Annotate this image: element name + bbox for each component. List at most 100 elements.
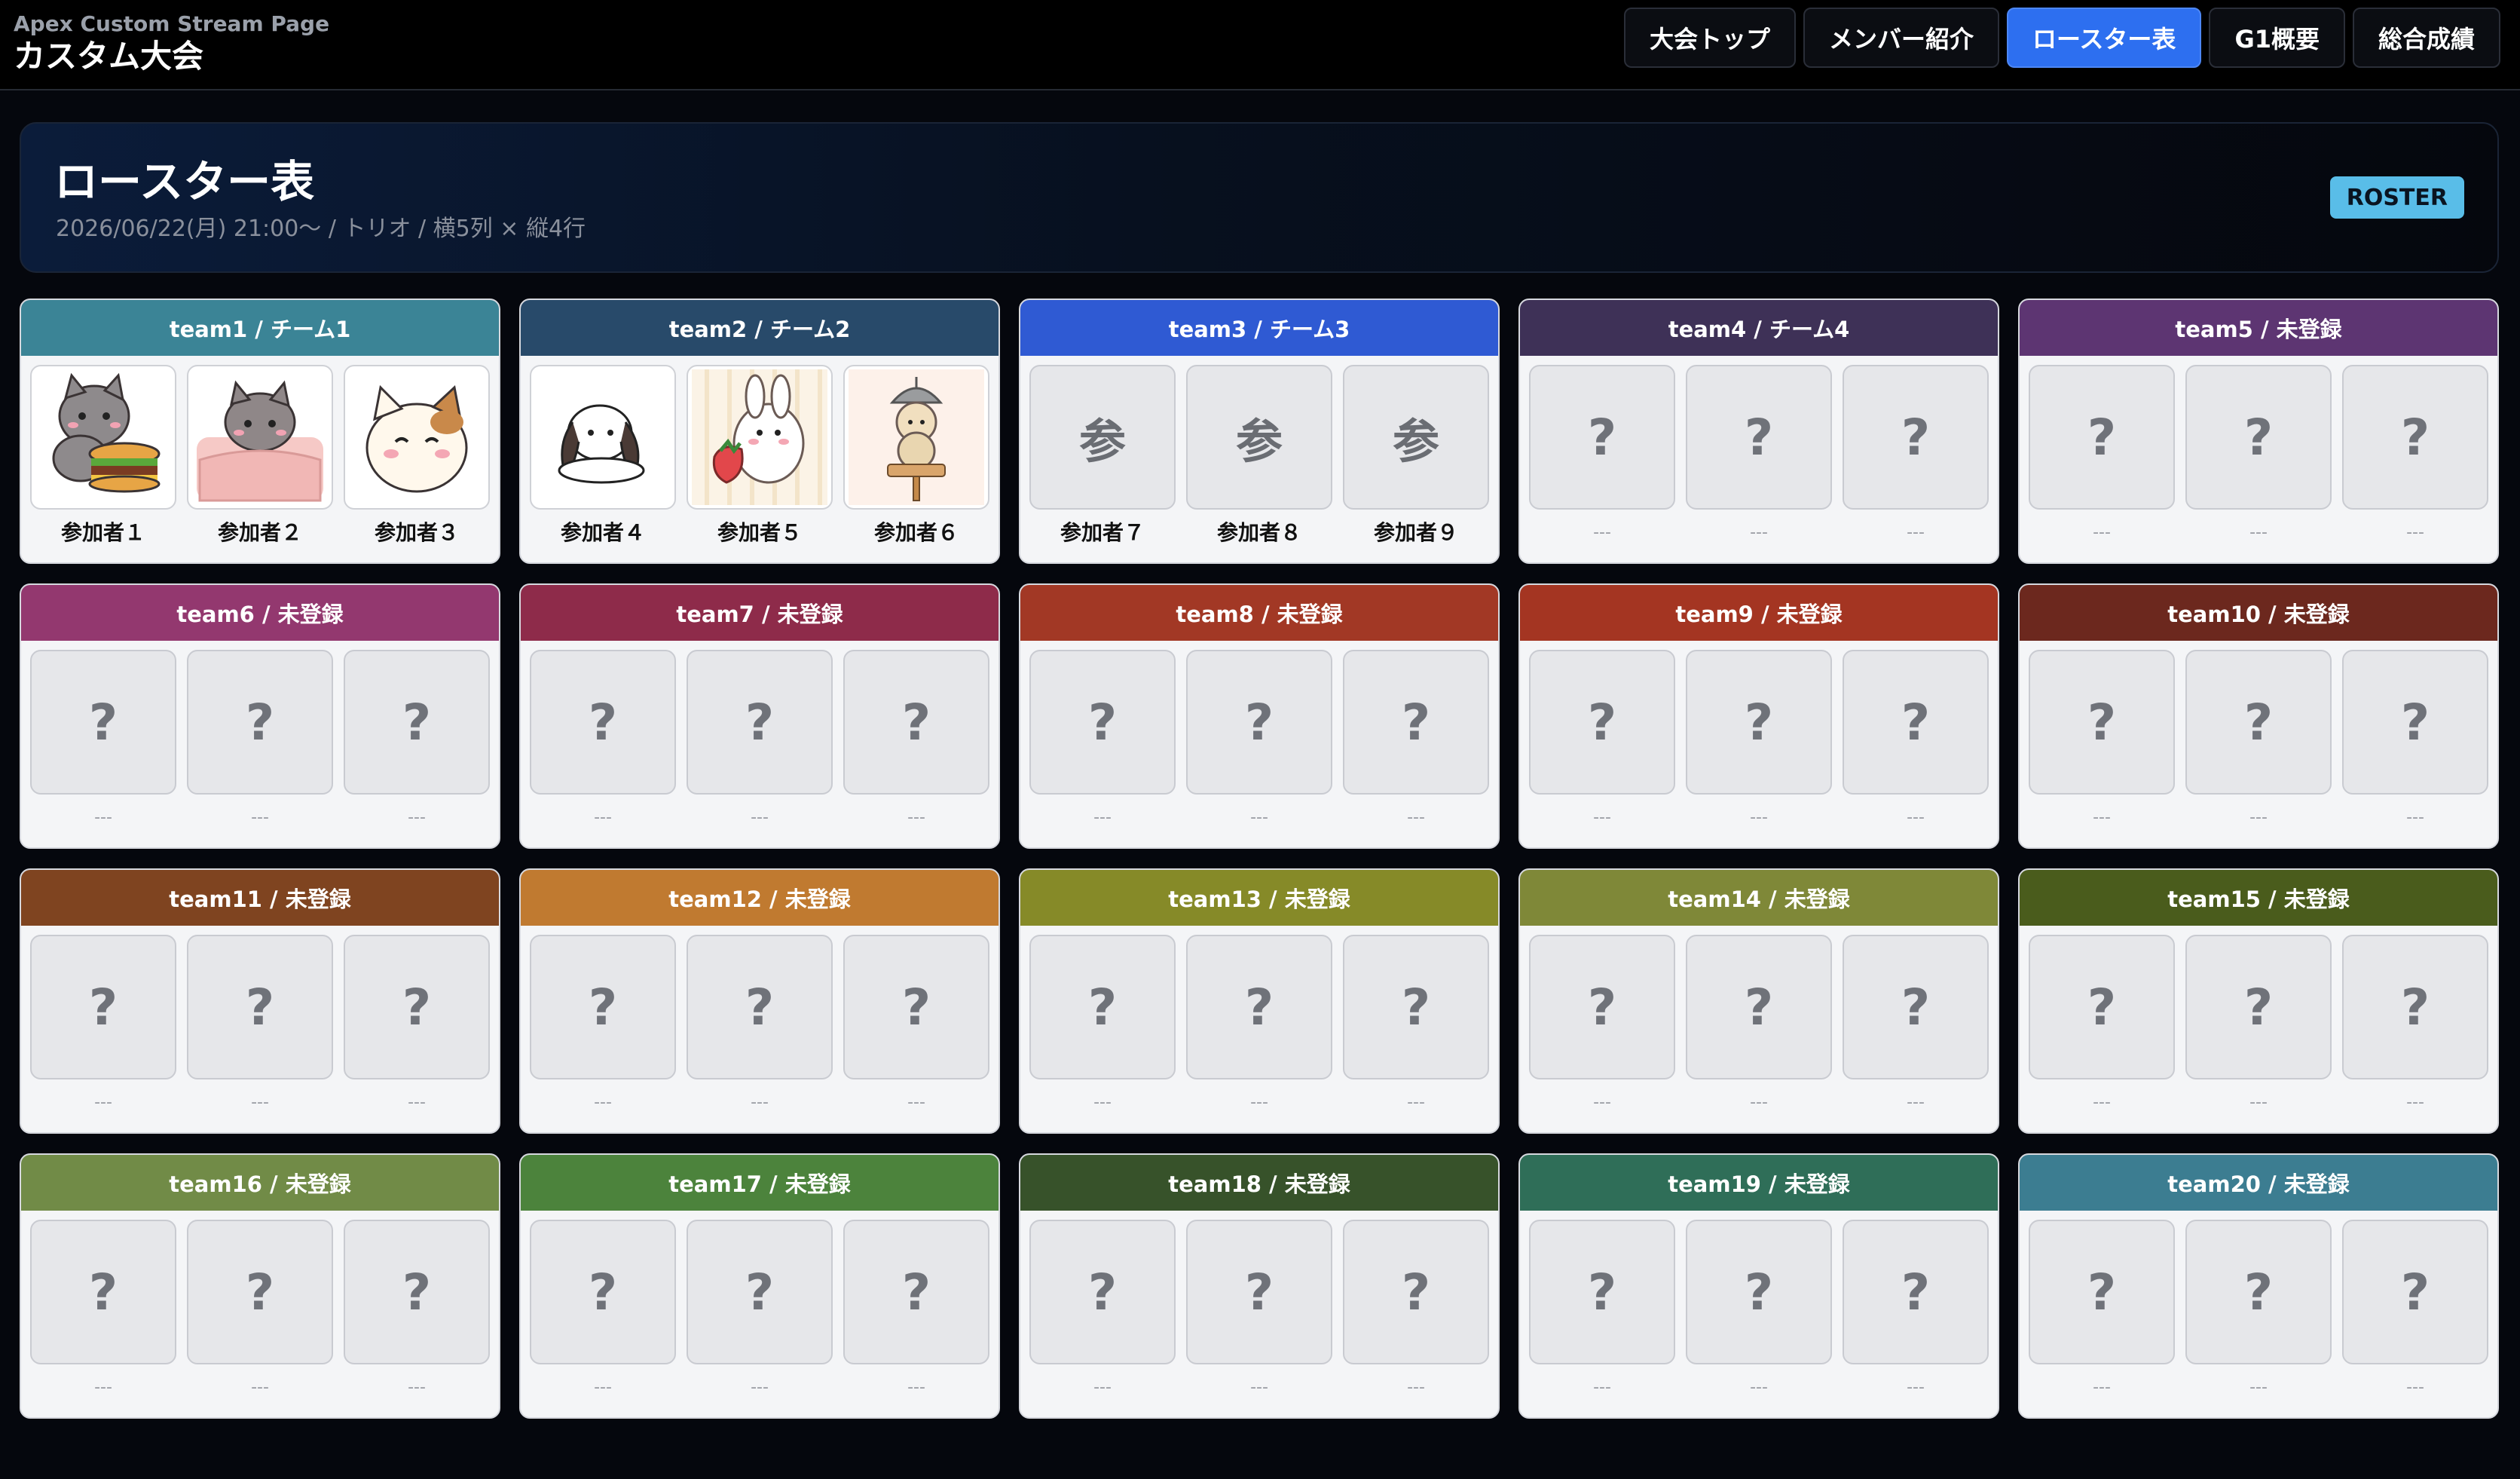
team-card: team20 / 未登録? ---? ---? --- — [2018, 1153, 2499, 1419]
member-avatar — [187, 365, 333, 510]
member-name: --- — [907, 1093, 925, 1112]
nav-g1-overview[interactable]: G1概要 — [2209, 8, 2345, 68]
top-bar: Apex Custom Stream Page カスタム大会 大会トップ メンバー… — [0, 0, 2520, 90]
empty-slot-icon: ? — [344, 935, 490, 1079]
team-members: ? ---? ---? --- — [1520, 1211, 1998, 1401]
empty-slot-icon: ? — [530, 1220, 676, 1364]
member-slot: ? --- — [1343, 1220, 1489, 1401]
empty-slot-icon: ? — [30, 935, 176, 1079]
member-name: --- — [2249, 808, 2268, 827]
member-avatar — [344, 365, 490, 510]
member-slot: ? --- — [687, 650, 833, 831]
team-name: team20 / 未登録 — [2020, 1155, 2497, 1211]
member-slot: ? --- — [1029, 650, 1176, 831]
team-card: team2 / チーム2 参加者４ 参加者５ 参加者６ — [519, 299, 1000, 564]
member-name: --- — [1093, 808, 1112, 827]
empty-slot-icon: ? — [30, 1220, 176, 1364]
app-subtitle: Apex Custom Stream Page — [14, 11, 330, 36]
team-members: ? ---? ---? --- — [521, 641, 999, 831]
member-avatar-placeholder: 参 — [1343, 365, 1489, 510]
member-slot: ? --- — [1686, 935, 1832, 1116]
team-name: team16 / 未登録 — [21, 1155, 499, 1211]
empty-slot-icon: ? — [1529, 365, 1675, 510]
member-slot: 参加者４ — [530, 365, 676, 546]
nav-member-intro[interactable]: メンバー紹介 — [1803, 8, 2000, 68]
empty-slot-icon: ? — [1686, 650, 1832, 795]
team-members: ? ---? ---? --- — [1520, 356, 1998, 546]
member-name: --- — [907, 1378, 925, 1397]
team-members: ? ---? ---? --- — [521, 926, 999, 1116]
team-name: team15 / 未登録 — [2020, 870, 2497, 926]
team-card: team3 / チーム3 参参加者７ 参参加者８ 参参加者９ — [1019, 299, 1500, 564]
member-slot: ? --- — [2185, 1220, 2332, 1401]
page-title: ロースター表 — [54, 156, 315, 207]
team-card: team16 / 未登録? ---? ---? --- — [20, 1153, 500, 1419]
empty-slot-icon: ? — [2185, 1220, 2332, 1364]
member-slot: ? --- — [2185, 650, 2332, 831]
member-name: --- — [751, 1378, 769, 1397]
member-name: --- — [594, 1378, 612, 1397]
member-name: --- — [1750, 523, 1768, 542]
empty-slot-icon: ? — [843, 935, 989, 1079]
member-slot: ? --- — [344, 935, 490, 1116]
member-slot: ? --- — [687, 1220, 833, 1401]
member-name: --- — [751, 1093, 769, 1112]
team-members: 参加者１ 参加者２ 参加者３ — [21, 356, 499, 546]
empty-slot-icon: ? — [1029, 935, 1176, 1079]
roster-badge: ROSTER — [2329, 176, 2464, 219]
empty-slot-icon: ? — [2185, 650, 2332, 795]
team-card: team15 / 未登録? ---? ---? --- — [2018, 868, 2499, 1134]
team-card: team18 / 未登録? ---? ---? --- — [1019, 1153, 1500, 1419]
nav-overall-results[interactable]: 総合成績 — [2352, 8, 2500, 68]
member-slot: ? --- — [530, 650, 676, 831]
member-name: --- — [1593, 523, 1611, 542]
member-slot: ? --- — [1029, 1220, 1176, 1401]
member-name: --- — [2406, 1378, 2424, 1397]
nav-tournament-top[interactable]: 大会トップ — [1624, 8, 1797, 68]
team-card: team1 / チーム1 参加者１ 参加者２ 参加者３ — [20, 299, 500, 564]
member-name: --- — [2406, 808, 2424, 827]
team-name: team17 / 未登録 — [521, 1155, 999, 1211]
team-name: team11 / 未登録 — [21, 870, 499, 926]
empty-slot-icon: ? — [344, 1220, 490, 1364]
member-slot: ? --- — [1186, 935, 1332, 1116]
nav-roster[interactable]: ロースター表 — [2007, 8, 2202, 68]
member-slot: ? --- — [530, 935, 676, 1116]
empty-slot-icon: ? — [187, 650, 333, 795]
empty-slot-icon: ? — [187, 935, 333, 1079]
member-slot: ? --- — [1529, 650, 1675, 831]
member-slot: ? --- — [344, 650, 490, 831]
member-slot: 参加者２ — [187, 365, 333, 546]
team-members: ? ---? ---? --- — [2020, 1211, 2497, 1401]
member-name: 参加者３ — [374, 520, 459, 545]
member-name: --- — [1907, 808, 1925, 827]
member-name: --- — [1093, 1378, 1112, 1397]
member-name: 参加者５ — [717, 520, 802, 545]
member-slot: 参参加者９ — [1343, 365, 1489, 546]
member-name: --- — [1907, 523, 1925, 542]
member-slot: ? --- — [1343, 935, 1489, 1116]
team-members: ? ---? ---? --- — [1520, 926, 1998, 1116]
empty-slot-icon: ? — [1529, 650, 1675, 795]
empty-slot-icon: ? — [2029, 365, 2175, 510]
member-name: 参加者６ — [873, 520, 959, 545]
team-members: 参加者４ 参加者５ 参加者６ — [521, 356, 999, 546]
member-name: 参加者２ — [217, 520, 302, 545]
member-name: --- — [1907, 1093, 1925, 1112]
member-slot: ? --- — [843, 935, 989, 1116]
member-name: --- — [94, 1378, 112, 1397]
brand: Apex Custom Stream Page カスタム大会 — [14, 11, 329, 75]
member-slot: 参加者６ — [843, 365, 989, 546]
member-name: --- — [1407, 808, 1425, 827]
team-name: team10 / 未登録 — [2020, 585, 2497, 641]
team-name: team3 / チーム3 — [1020, 300, 1498, 356]
member-name: --- — [408, 808, 426, 827]
empty-slot-icon: ? — [1029, 1220, 1176, 1364]
member-slot: ? --- — [1843, 935, 1989, 1116]
empty-slot-icon: ? — [1686, 1220, 1832, 1364]
member-slot: ? --- — [1029, 935, 1176, 1116]
member-slot: ? --- — [843, 1220, 989, 1401]
empty-slot-icon: ? — [2342, 935, 2488, 1079]
team-card: team8 / 未登録? ---? ---? --- — [1019, 583, 1500, 849]
member-slot: ? --- — [30, 650, 176, 831]
